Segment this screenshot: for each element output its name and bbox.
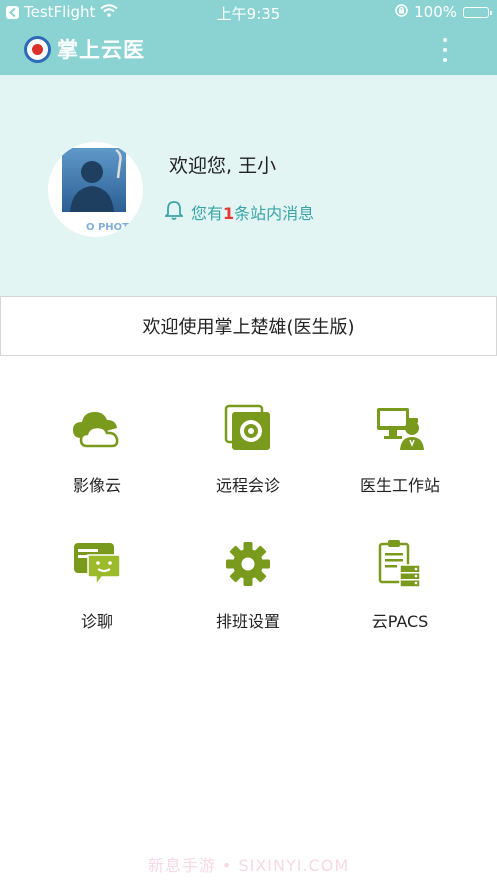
menu-label: 排班设置 (215, 612, 280, 631)
avatar-caption: O PHOT (86, 222, 130, 233)
notice-text: 您有1条站内消息 (191, 200, 314, 224)
welcome-banner: 欢迎使用掌上楚雄(医生版) (0, 296, 497, 356)
watermark: 新息手游 • SIXINYI.COM (147, 856, 350, 875)
menu-label: 诊聊 (80, 612, 113, 631)
menu-label: 远程会诊 (215, 476, 280, 495)
cloud-icon (69, 400, 125, 456)
menu-item-cloud-pacs[interactable]: 云PACS (317, 536, 483, 646)
gear-icon (220, 536, 276, 592)
menu-label: 影像云 (72, 476, 121, 495)
menu-label: 云PACS (371, 612, 429, 631)
status-bar: TestFlight 上午9:35 100% (0, 0, 497, 24)
chat-icon (69, 536, 125, 592)
menu-item-chat[interactable]: 诊聊 (14, 536, 180, 646)
notice-prefix: 您有 (191, 204, 224, 223)
clipboard-server-icon (372, 536, 428, 592)
notice-count: 1 (223, 204, 235, 223)
more-vertical-icon[interactable] (435, 38, 455, 62)
avatar[interactable]: O PHOT (48, 142, 143, 237)
welcome-greeting: 欢迎您, 王小 (169, 155, 277, 177)
menu-item-imaging-cloud[interactable]: 影像云 (14, 400, 180, 510)
doctor-workstation-icon (372, 400, 428, 456)
menu-item-remote-consultation[interactable]: 远程会诊 (165, 400, 331, 510)
profile-section: O PHOT 欢迎您, 王小 您有1条站内消息 (0, 75, 497, 297)
bell-icon (163, 200, 185, 224)
remote-consult-icon (220, 400, 276, 456)
notice-suffix: 条站内消息 (234, 204, 315, 223)
battery-icon (463, 6, 492, 18)
message-notice[interactable]: 您有1条站内消息 (163, 200, 314, 224)
hospital-logo-icon (24, 36, 51, 63)
orientation-lock-icon (395, 3, 408, 21)
status-bar-right: 100% (395, 3, 492, 21)
menu-item-doctor-workstation[interactable]: 医生工作站 (317, 400, 483, 510)
battery-percent: 100% (414, 3, 457, 21)
menu-label: 医生工作站 (359, 476, 440, 495)
menu-item-schedule-settings[interactable]: 排班设置 (165, 536, 331, 646)
avatar-placeholder-icon (62, 148, 126, 212)
app-title: 掌上云医 (57, 38, 145, 62)
nav-bar: 掌上云医 (0, 24, 497, 75)
